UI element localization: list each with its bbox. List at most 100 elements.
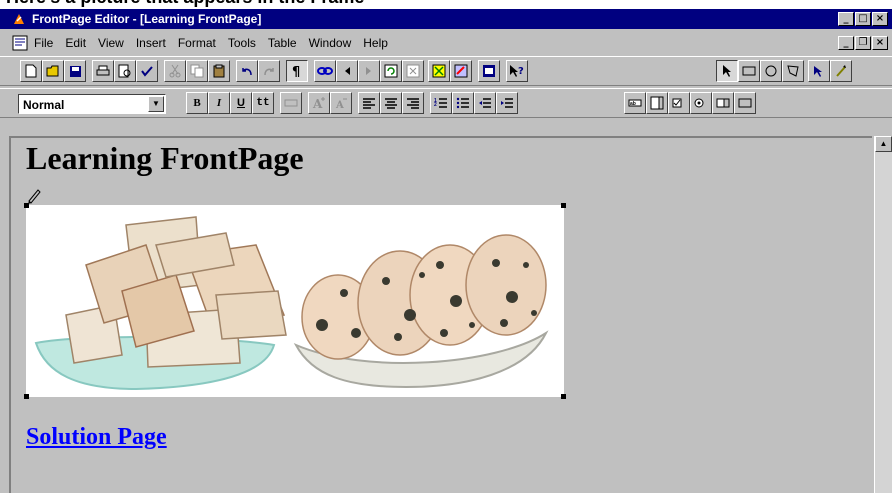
menu-view[interactable]: View <box>98 36 124 50</box>
polygon-hotspot-button[interactable] <box>782 60 804 82</box>
rectangle-hotspot-button[interactable] <box>738 60 760 82</box>
minimize-button[interactable]: _ <box>838 12 854 26</box>
fixed-width-button[interactable]: tt <box>252 92 274 114</box>
menu-help[interactable]: Help <box>363 36 388 50</box>
document-icon[interactable] <box>12 35 28 51</box>
resize-handle-top-left[interactable] <box>24 203 29 208</box>
new-page-icon <box>25 64 37 78</box>
window-controls: _ □ × <box>838 12 888 26</box>
align-center-button[interactable] <box>380 92 402 114</box>
decrease-indent-button[interactable] <box>474 92 496 114</box>
menu-file[interactable]: File <box>34 36 53 50</box>
copy-button[interactable] <box>186 60 208 82</box>
show-paragraph-marks-button[interactable]: ¶ <box>286 60 308 82</box>
close-button[interactable]: × <box>872 12 888 26</box>
checkbox-field-button[interactable] <box>668 92 690 114</box>
menu-window[interactable]: Window <box>309 36 352 50</box>
resize-handle-bottom-left[interactable] <box>24 394 29 399</box>
solution-page-link[interactable]: Solution Page <box>26 424 167 451</box>
paste-button[interactable] <box>208 60 230 82</box>
menu-tools[interactable]: Tools <box>228 36 256 50</box>
doc-minimize-button[interactable]: _ <box>838 36 854 50</box>
one-line-textbox-button[interactable]: ab <box>624 92 646 114</box>
numbered-list-button[interactable]: 12 <box>430 92 452 114</box>
radio-button-field-button[interactable] <box>690 92 712 114</box>
open-folder-icon <box>46 65 59 77</box>
cut-button[interactable] <box>164 60 186 82</box>
underline-button[interactable]: U <box>230 92 252 114</box>
decrease-text-size-button[interactable]: A <box>330 92 352 114</box>
print-button[interactable] <box>92 60 114 82</box>
stop-button[interactable] <box>402 60 424 82</box>
align-left-icon <box>363 98 375 109</box>
title-bar[interactable]: FrontPage Editor - [Learning FrontPage] … <box>0 9 892 29</box>
back-button[interactable] <box>336 60 358 82</box>
image-toolbar-button[interactable] <box>478 60 500 82</box>
highlight-hotspots-button[interactable] <box>808 60 830 82</box>
selected-image[interactable] <box>24 203 566 399</box>
undo-button[interactable] <box>236 60 258 82</box>
image-window-icon <box>483 65 495 77</box>
pilcrow-icon: ¶ <box>292 65 300 78</box>
stop-icon <box>406 64 420 78</box>
fixed-width-label: tt <box>256 97 270 109</box>
radio-button-icon <box>694 98 704 108</box>
standard-toolbar: ¶ ? <box>0 56 892 86</box>
drop-down-menu-button[interactable] <box>712 92 734 114</box>
save-button[interactable] <box>64 60 86 82</box>
svg-text:ab: ab <box>630 101 636 107</box>
page-heading[interactable]: Learning FrontPage <box>26 140 304 177</box>
bulleted-list-button[interactable] <box>452 92 474 114</box>
scissors-icon <box>169 64 181 78</box>
new-page-button[interactable] <box>20 60 42 82</box>
forward-button[interactable] <box>358 60 380 82</box>
menu-table[interactable]: Table <box>268 36 297 50</box>
align-left-button[interactable] <box>358 92 380 114</box>
to-do-list-button[interactable] <box>450 60 472 82</box>
redo-button[interactable] <box>258 60 280 82</box>
spelling-button[interactable] <box>136 60 158 82</box>
menu-insert[interactable]: Insert <box>136 36 166 50</box>
vertical-scrollbar[interactable]: ▲ <box>874 136 892 493</box>
frontpage-app-icon[interactable] <box>12 12 26 26</box>
open-button[interactable] <box>42 60 64 82</box>
text-color-button[interactable] <box>280 92 302 114</box>
resize-handle-bottom-right[interactable] <box>561 394 566 399</box>
select-tool-button[interactable] <box>716 60 738 82</box>
doc-restore-button[interactable]: ❐ <box>855 36 871 50</box>
scrolling-textbox-button[interactable] <box>646 92 668 114</box>
push-button-field-button[interactable] <box>734 92 756 114</box>
menu-format[interactable]: Format <box>178 36 216 50</box>
refresh-button[interactable] <box>380 60 402 82</box>
menu-edit[interactable]: Edit <box>65 36 86 50</box>
svg-text:?: ? <box>518 66 524 77</box>
circle-hotspot-button[interactable] <box>760 60 782 82</box>
spellcheck-icon <box>141 66 153 77</box>
make-transparent-button[interactable] <box>830 60 852 82</box>
increase-indent-button[interactable] <box>496 92 518 114</box>
maximize-button[interactable]: □ <box>855 12 871 26</box>
paragraph-style-dropdown[interactable]: Normal ▼ <box>18 94 166 114</box>
print-preview-icon <box>118 64 131 78</box>
scroll-up-arrow-icon[interactable]: ▲ <box>875 136 892 152</box>
numbered-list-icon: 12 <box>434 98 447 108</box>
increase-font-icon: A <box>312 97 325 110</box>
bold-button[interactable]: B <box>186 92 208 114</box>
align-right-button[interactable] <box>402 92 424 114</box>
bold-label: B <box>193 97 201 109</box>
magic-wand-icon <box>836 65 846 77</box>
increase-text-size-button[interactable]: A <box>308 92 330 114</box>
dropdown-arrow-icon[interactable]: ▼ <box>148 96 164 112</box>
explorer-button[interactable] <box>428 60 450 82</box>
hyperlink-button[interactable] <box>314 60 336 82</box>
doc-close-button[interactable]: × <box>872 36 888 50</box>
decrease-font-icon: A <box>335 98 347 110</box>
format-toolbar: Normal ▼ B I U tt A A 12 ab <box>0 88 892 118</box>
print-preview-button[interactable] <box>114 60 136 82</box>
resize-handle-top-right[interactable] <box>561 203 566 208</box>
italic-button[interactable]: I <box>208 92 230 114</box>
decrease-indent-icon <box>479 98 491 108</box>
pencil-anchor-icon <box>28 189 41 204</box>
save-disk-icon <box>69 65 81 77</box>
help-button[interactable]: ? <box>506 60 528 82</box>
